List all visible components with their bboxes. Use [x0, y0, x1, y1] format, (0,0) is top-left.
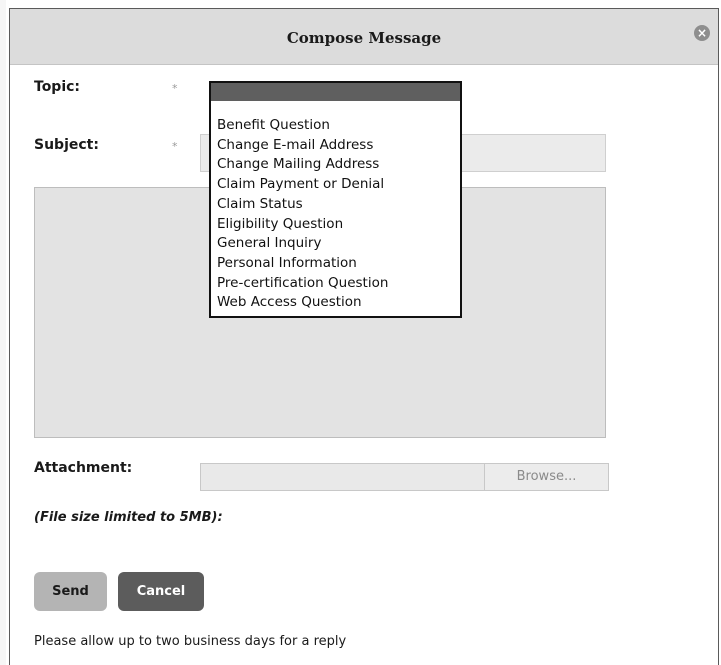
topic-option-web-access-question[interactable]: Web Access Question	[217, 293, 388, 313]
dialog-titlebar: Compose Message ×	[10, 9, 718, 65]
topic-option-general-inquiry[interactable]: General Inquiry	[217, 234, 388, 254]
subject-label: Subject:	[34, 137, 99, 153]
topic-option-change-mailing-address[interactable]: Change Mailing Address	[217, 155, 388, 175]
topic-dropdown[interactable]: Benefit Question Change E-mail Address C…	[209, 81, 462, 318]
topic-option-claim-status[interactable]: Claim Status	[217, 195, 388, 215]
attachment-file-input[interactable]	[200, 463, 485, 491]
attachment-label: Attachment:	[34, 460, 133, 476]
topic-option-claim-payment-or-denial[interactable]: Claim Payment or Denial	[217, 175, 388, 195]
compose-message-dialog: Compose Message × Topic: * Subject: * At…	[9, 8, 719, 665]
dialog-title: Compose Message	[286, 29, 442, 47]
topic-option-personal-information[interactable]: Personal Information	[217, 254, 388, 274]
topic-option-benefit-question[interactable]: Benefit Question	[217, 116, 388, 136]
browse-button[interactable]: Browse...	[484, 463, 609, 491]
cancel-button[interactable]: Cancel	[118, 572, 204, 611]
file-size-note: (File size limited to 5MB):	[34, 510, 223, 525]
topic-required-marker: *	[172, 82, 178, 95]
topic-options-list: Benefit Question Change E-mail Address C…	[217, 116, 388, 313]
topic-option-change-email-address[interactable]: Change E-mail Address	[217, 136, 388, 156]
close-icon[interactable]: ×	[694, 25, 710, 41]
reply-time-note: Please allow up to two business days for…	[34, 634, 347, 649]
subject-required-marker: *	[172, 140, 178, 153]
background-edge	[0, 0, 6, 665]
topic-option-pre-certification-question[interactable]: Pre-certification Question	[217, 274, 388, 294]
send-button[interactable]: Send	[34, 572, 107, 611]
topic-dropdown-selected[interactable]	[211, 83, 460, 101]
topic-option-eligibility-question[interactable]: Eligibility Question	[217, 215, 388, 235]
topic-label: Topic:	[34, 79, 81, 95]
